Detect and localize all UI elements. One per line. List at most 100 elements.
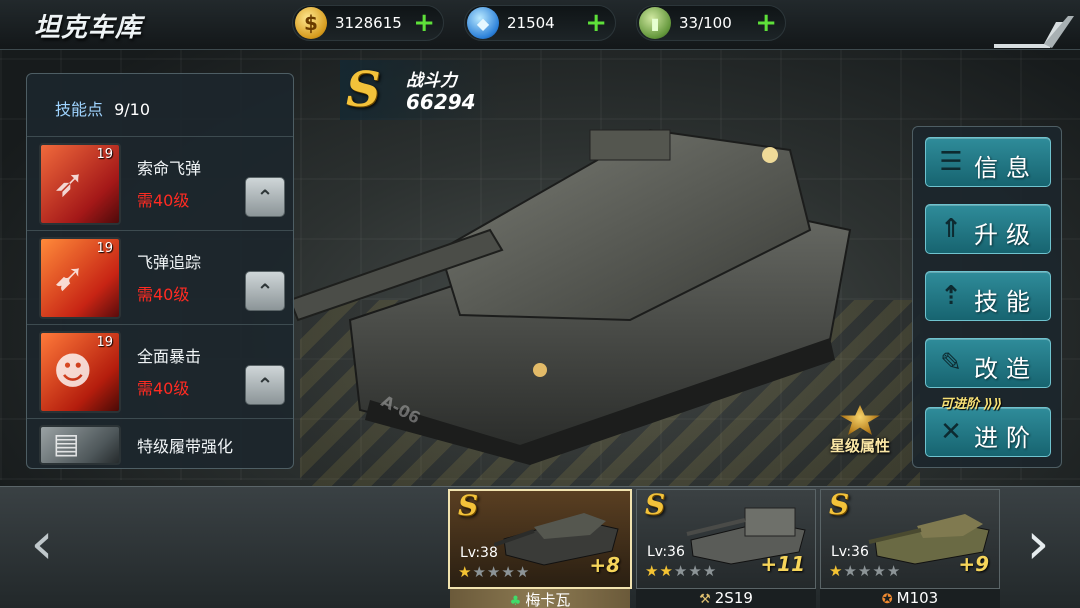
add-fuel-button[interactable]: + [755, 9, 777, 37]
gold-value: 3128615 [335, 14, 402, 32]
top-bar: 坦克车库 $ 3128615 + ◆ 21504 + ▮ 33/100 + [0, 0, 1080, 50]
skill-panel: 技能点 9/10 ➶ 19 索命飞弹 需40级 ⌃ ➹ 19 飞弹追踪 需40级… [26, 73, 294, 469]
skill-row-1[interactable]: ➶ 19 索命飞弹 需40级 ⌃ [27, 136, 293, 228]
tank-name: M103 [896, 589, 939, 607]
tank-bonus: +8 [589, 553, 620, 577]
star-empty-icon: ★ [501, 563, 516, 581]
modify-icon: ✎ [940, 348, 962, 378]
upgrade-button[interactable]: ⇑ 升级 [925, 204, 1051, 254]
skill-points-value: 9/10 [114, 100, 151, 119]
tank-card-1[interactable]: S Lv:38 ★★★★★ +8 [448, 489, 632, 589]
tank-carousel: ‹ › S Lv:38 ★★★★★ +8 ♣ 梅卡瓦 S Lv:36 ★★★★★ … [0, 486, 1080, 608]
star-empty-icon: ★ [872, 562, 887, 580]
tank-name-2: ⚒ 2S19 [636, 589, 816, 608]
tank-faction-icon: ⚒ [699, 592, 711, 607]
star-empty-icon: ★ [486, 563, 502, 581]
skill-name: 飞弹追踪 [137, 253, 202, 272]
diamond-value: 21504 [507, 14, 555, 32]
missile-tracking-icon[interactable]: ➹ 19 [39, 237, 121, 319]
skill-requirement: 需40级 [137, 191, 190, 210]
skill-label: 技能 [974, 288, 1038, 316]
tank-bonus: +11 [760, 552, 805, 576]
soldier-critical-icon[interactable]: ☻ 19 [39, 331, 121, 413]
star-filled-icon: ★ [458, 563, 473, 581]
skill-upgrade-button[interactable]: ⌃ [245, 365, 285, 405]
star-filled-icon: ★ [829, 562, 844, 580]
skill-level: 19 [96, 335, 113, 350]
tank-name-3: ✪ M103 [820, 589, 1000, 608]
tank-name: 梅卡瓦 [525, 591, 571, 608]
skill-name: 索命飞弹 [137, 159, 202, 178]
tank-name-1: ♣ 梅卡瓦 [450, 589, 630, 608]
star-empty-icon: ★ [886, 562, 902, 580]
skill-button[interactable]: ⇡ 技能 [925, 271, 1051, 321]
skill-row-4[interactable]: ▤ 特级履带强化 [27, 418, 293, 468]
combat-power-panel: S 战斗力 66294 [340, 60, 500, 120]
skill-name: 特级履带强化 [137, 437, 234, 456]
info-button[interactable]: ☰ 信息 [925, 137, 1051, 187]
tank-faction-icon: ✪ [881, 592, 893, 607]
modify-label: 改造 [974, 355, 1038, 383]
skill-icon: ⇡ [940, 281, 962, 311]
tank-rank-badge: S [346, 62, 381, 118]
tank-model[interactable] [290, 110, 870, 470]
tank-card-3[interactable]: S Lv:36 ★★★★★ +9 [820, 488, 1000, 589]
skill-name: 全面暴击 [137, 347, 202, 366]
diamond-icon: ◆ [467, 7, 499, 39]
skill-points: 技能点 9/10 [55, 96, 150, 120]
gold-coin-icon: $ [295, 7, 327, 39]
star-empty-icon: ★ [702, 562, 718, 580]
star-attribute-button[interactable]: 星级属性 [815, 405, 905, 465]
skill-upgrade-button[interactable]: ⌃ [245, 271, 285, 311]
star-empty-icon: ★ [673, 562, 689, 580]
tank-rank-badge: S [645, 488, 666, 521]
star-empty-icon: ★ [472, 563, 487, 581]
tank-bonus: +9 [958, 552, 989, 576]
back-arrow-icon[interactable] [994, 14, 1076, 48]
tank-tread-icon[interactable]: ▤ [39, 425, 121, 465]
upgrade-icon: ⇑ [940, 214, 962, 244]
advance-icon: ✕ [940, 417, 962, 447]
skill-requirement: 需40级 [137, 285, 190, 304]
star-medal-icon [840, 405, 880, 435]
combat-power-value: 66294 [406, 90, 476, 114]
upgrade-label: 升级 [974, 221, 1038, 249]
info-icon: ☰ [939, 147, 963, 177]
tank-stars: ★★★★★ [829, 562, 901, 580]
tank-faction-icon: ♣ [509, 594, 522, 608]
fuel-resource: ▮ 33/100 + [636, 5, 786, 41]
carousel-next-arrow-icon[interactable]: › [1018, 511, 1058, 575]
tank-stars: ★★★★★ [458, 563, 530, 581]
star-filled-icon: ★ [659, 562, 674, 580]
star-attribute-label: 星级属性 [829, 437, 890, 455]
tank-level: Lv:36 [647, 544, 685, 560]
star-empty-icon: ★ [843, 562, 858, 580]
carousel-prev-arrow-icon[interactable]: ‹ [22, 511, 62, 575]
tank-rank-badge: S [829, 488, 850, 521]
gold-resource: $ 3128615 + [292, 5, 444, 41]
fuel-value: 33/100 [679, 14, 732, 32]
skill-level: 19 [96, 241, 113, 256]
star-empty-icon: ★ [857, 562, 873, 580]
modify-button[interactable]: ✎ 改造 [925, 338, 1051, 388]
fuel-can-icon: ▮ [639, 7, 671, 39]
tank-stars: ★★★★★ [645, 562, 717, 580]
advance-label: 进阶 [974, 424, 1038, 452]
advance-button[interactable]: 可进阶 ⟫⟫ ✕ 进阶 [925, 397, 1051, 457]
star-empty-icon: ★ [688, 562, 703, 580]
missile-salvo-icon[interactable]: ➶ 19 [39, 143, 121, 225]
skill-requirement: 需40级 [137, 379, 190, 398]
info-label: 信息 [974, 154, 1038, 182]
skill-row-2[interactable]: ➹ 19 飞弹追踪 需40级 ⌃ [27, 230, 293, 322]
add-gold-button[interactable]: + [413, 9, 435, 37]
skill-points-label: 技能点 [55, 100, 104, 119]
tank-card-2[interactable]: S Lv:36 ★★★★★ +11 [636, 488, 816, 589]
can-advance-badge: 可进阶 ⟫⟫ [940, 397, 1003, 412]
tank-name: 2S19 [714, 589, 753, 607]
skill-row-3[interactable]: ☻ 19 全面暴击 需40级 ⌃ [27, 324, 293, 416]
skill-upgrade-button[interactable]: ⌃ [245, 177, 285, 217]
combat-power-label: 战斗力 [406, 71, 457, 91]
tank-level: Lv:36 [831, 544, 869, 560]
tank-action-menu: ☰ 信息 ⇑ 升级 ⇡ 技能 ✎ 改造 可进阶 ⟫⟫ ✕ 进阶 [912, 126, 1062, 468]
add-diamond-button[interactable]: + [585, 9, 607, 37]
